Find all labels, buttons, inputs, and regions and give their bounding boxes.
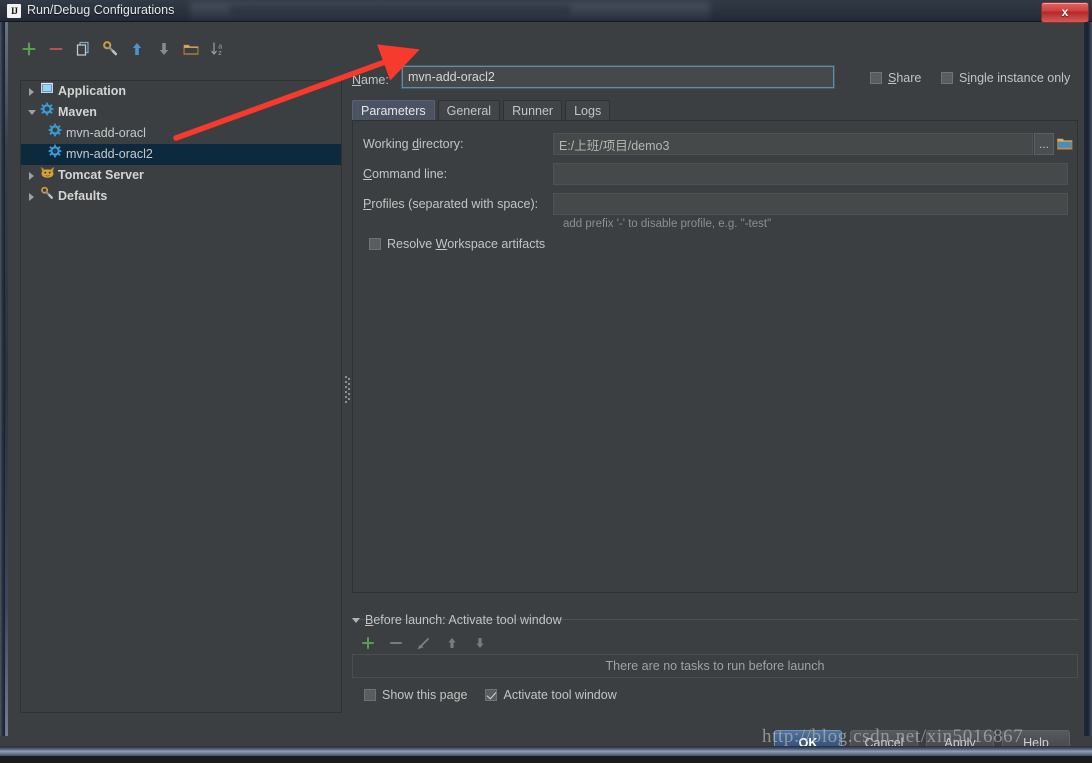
name-label: Name:	[352, 73, 389, 87]
before-launch-toolbar	[360, 635, 490, 653]
before-launch-header[interactable]: Before launch: Activate tool window	[352, 613, 562, 627]
command-line-row: Command line:	[363, 163, 447, 185]
folder-icon[interactable]	[182, 40, 200, 58]
tree-item-label: Tomcat Server	[58, 165, 144, 186]
move-down-icon[interactable]	[155, 40, 173, 58]
move-task-up-icon[interactable]	[444, 635, 462, 653]
editor-tabs: Parameters General Runner Logs	[352, 99, 610, 121]
add-task-icon[interactable]	[360, 635, 378, 653]
share-checkbox-label: Share	[888, 71, 921, 85]
tomcat-icon	[40, 165, 58, 186]
run-debug-configurations-window: IJ Run/Debug Configurations x	[0, 0, 1092, 758]
intellij-app-icon: IJ	[7, 4, 21, 18]
profiles-row: Profiles (separated with space):	[363, 193, 538, 215]
move-task-down-icon[interactable]	[472, 635, 490, 653]
defaults-icon	[40, 186, 58, 207]
resolve-workspace-artifacts-checkbox-label: Resolve Workspace artifacts	[387, 237, 545, 251]
tree-expander-closed-icon[interactable]	[25, 165, 40, 186]
edit-templates-icon[interactable]	[101, 40, 119, 58]
working-directory-row: Working directory:	[363, 133, 464, 155]
copy-icon[interactable]	[74, 40, 92, 58]
single-instance-checkbox-label: Single instance only	[959, 71, 1070, 85]
name-input[interactable]	[402, 66, 834, 88]
command-line-label: Command line:	[363, 167, 447, 181]
show-this-page-checkbox-label: Show this page	[382, 688, 467, 702]
show-this-page-checkbox-box	[364, 689, 376, 701]
titlebar-ghost-blur	[190, 2, 710, 20]
svg-text:z: z	[218, 50, 222, 57]
activate-tool-window-checkbox-label: Activate tool window	[503, 688, 616, 702]
activate-tool-window-checkbox-box	[485, 689, 497, 701]
tab-label: General	[447, 104, 491, 118]
tree-item-label: mvn-add-oracl2	[66, 144, 153, 165]
before-launch-options: Show this page Activate tool window	[364, 688, 617, 702]
window-titlebar: IJ Run/Debug Configurations x	[0, 0, 1092, 22]
profiles-label: Profiles (separated with space):	[363, 197, 538, 211]
tree-item-tomcat-server[interactable]: Tomcat Server	[21, 165, 341, 186]
tab-logs[interactable]: Logs	[565, 100, 610, 121]
add-icon[interactable]	[20, 40, 38, 58]
tab-runner[interactable]: Runner	[503, 100, 562, 121]
maven-icon	[48, 123, 66, 144]
working-directory-input[interactable]	[553, 133, 1033, 155]
configurations-toolbar: a z	[20, 36, 227, 62]
sort-alphabetically-icon[interactable]: a z	[209, 40, 227, 58]
tree-expander-open-icon[interactable]	[25, 102, 40, 123]
single-instance-checkbox-box	[941, 72, 953, 84]
resolve-workspace-artifacts-checkbox-box	[369, 238, 381, 250]
before-launch-title: Before launch: Activate tool window	[365, 613, 562, 627]
tree-item-application[interactable]: Application	[21, 81, 341, 102]
tree-item-label: Maven	[58, 102, 97, 123]
splitter-grip-icon	[345, 376, 349, 404]
configurations-tree[interactable]: ApplicationMavenmvn-add-oraclmvn-add-ora…	[20, 80, 342, 713]
move-up-icon[interactable]	[128, 40, 146, 58]
before-launch-empty-message: There are no tasks to run before launch	[352, 654, 1078, 678]
tab-parameters[interactable]: Parameters	[352, 100, 435, 121]
edit-task-icon[interactable]	[416, 635, 434, 653]
tree-item-maven[interactable]: Maven	[21, 102, 341, 123]
working-directory-label: Working directory:	[363, 137, 464, 151]
window-title: Run/Debug Configurations	[27, 3, 174, 17]
tab-general[interactable]: General	[438, 100, 500, 121]
tree-item-label: mvn-add-oracl	[66, 123, 146, 144]
window-frame-right	[1084, 22, 1092, 736]
share-checkbox[interactable]: Share	[870, 71, 921, 85]
tree-expander-closed-icon[interactable]	[25, 186, 40, 207]
maven-icon	[48, 144, 66, 165]
activate-tool-window-checkbox[interactable]: Activate tool window	[485, 688, 616, 702]
single-instance-checkbox[interactable]: Single instance only	[941, 71, 1070, 85]
tree-item-defaults[interactable]: Defaults	[21, 186, 341, 207]
parameters-tab-panel: Working directory: ... Command line:	[352, 120, 1078, 593]
profiles-hint: add prefix '-' to disable profile, e.g. …	[563, 218, 771, 230]
tree-item-mvn-add-oracl2[interactable]: mvn-add-oracl2	[21, 144, 341, 165]
share-checkbox-box	[870, 72, 882, 84]
titlebar-ghost-blur-2	[230, 5, 570, 16]
tree-item-mvn-add-oracl[interactable]: mvn-add-oracl	[21, 123, 341, 144]
tab-label: Logs	[574, 104, 601, 118]
remove-icon[interactable]	[47, 40, 65, 58]
show-this-page-checkbox[interactable]: Show this page	[364, 688, 467, 702]
collapse-triangle-icon	[352, 618, 360, 623]
configuration-editor: Name: Share Single instance only Paramet…	[352, 29, 1078, 729]
resolve-workspace-artifacts-checkbox[interactable]: Resolve Workspace artifacts	[369, 237, 545, 251]
dialog-content: a z ApplicationMavenmvn-add-oraclmvn-add…	[8, 23, 1084, 736]
remove-task-icon[interactable]	[388, 635, 406, 653]
close-window-button[interactable]: x	[1041, 2, 1089, 23]
tree-expander-closed-icon[interactable]	[25, 81, 40, 102]
panel-splitter[interactable]	[342, 80, 352, 713]
tab-label: Runner	[512, 104, 553, 118]
tree-item-label: Defaults	[58, 186, 107, 207]
command-line-input[interactable]	[553, 163, 1068, 185]
tree-item-label: Application	[58, 81, 126, 102]
open-folder-icon[interactable]	[1056, 133, 1074, 155]
application-icon	[40, 81, 58, 102]
maven-icon	[40, 102, 58, 123]
working-directory-browse-button[interactable]: ...	[1034, 133, 1054, 155]
tab-label: Parameters	[361, 104, 426, 118]
profiles-input[interactable]	[553, 193, 1068, 215]
